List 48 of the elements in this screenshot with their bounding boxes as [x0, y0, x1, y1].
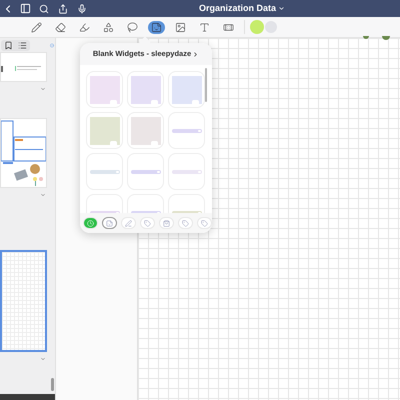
tag-icon	[182, 220, 189, 226]
widget-card[interactable]	[168, 153, 205, 190]
tag-pack-tab[interactable]	[197, 217, 212, 229]
color-swatch[interactable]	[251, 21, 263, 33]
tag-icon	[201, 220, 208, 226]
label-icon	[144, 220, 151, 226]
image-icon	[175, 22, 186, 32]
chevron-icon[interactable]	[40, 356, 46, 362]
bag-icon	[163, 220, 170, 226]
page-preview-drawing	[1, 119, 46, 187]
select-icon[interactable]	[50, 40, 54, 50]
sticker-icon	[106, 220, 113, 226]
eraser-icon	[55, 22, 66, 32]
pen-icon	[125, 220, 132, 226]
color-swatch[interactable]	[265, 21, 277, 33]
sticker-leaf-icon	[363, 36, 369, 39]
shapes-icon	[103, 22, 114, 32]
chevron-icon[interactable]	[40, 192, 46, 198]
text-icon	[199, 22, 210, 32]
sticker-pack-tab[interactable]	[102, 217, 117, 229]
label-pack-tab[interactable]	[140, 217, 155, 229]
widget-card[interactable]	[86, 153, 123, 190]
bookmark-icon[interactable]	[4, 40, 13, 50]
document-title[interactable]: Organization Data	[199, 2, 276, 16]
sticker-icon	[151, 22, 162, 32]
bottom-strip	[0, 394, 55, 400]
chevron-icon[interactable]	[40, 86, 46, 92]
pen-pack-tab[interactable]	[121, 217, 136, 229]
list-icon[interactable]	[18, 40, 27, 50]
search-icon[interactable]	[39, 4, 49, 14]
caret-icon[interactable]	[278, 5, 286, 12]
highlighter-icon	[79, 22, 90, 32]
scrollbar	[205, 68, 207, 102]
chevron-right-icon[interactable]	[192, 50, 200, 58]
share-icon[interactable]	[58, 4, 68, 14]
lasso-icon	[127, 22, 138, 32]
scrollbar	[51, 378, 54, 391]
sidebar-icon[interactable]	[20, 3, 31, 14]
mic-icon[interactable]	[77, 4, 87, 14]
widget-card[interactable]	[168, 112, 205, 149]
clock-icon	[87, 220, 94, 226]
clock-pack-tab[interactable]	[83, 217, 98, 229]
tag-pack-tab[interactable]	[178, 217, 193, 229]
bag-pack-tab[interactable]	[159, 217, 174, 229]
widget-card[interactable]	[127, 153, 164, 190]
sticker-tool[interactable]	[148, 20, 165, 34]
sticker-leaf-icon	[382, 36, 390, 40]
pen-icon	[31, 22, 42, 32]
